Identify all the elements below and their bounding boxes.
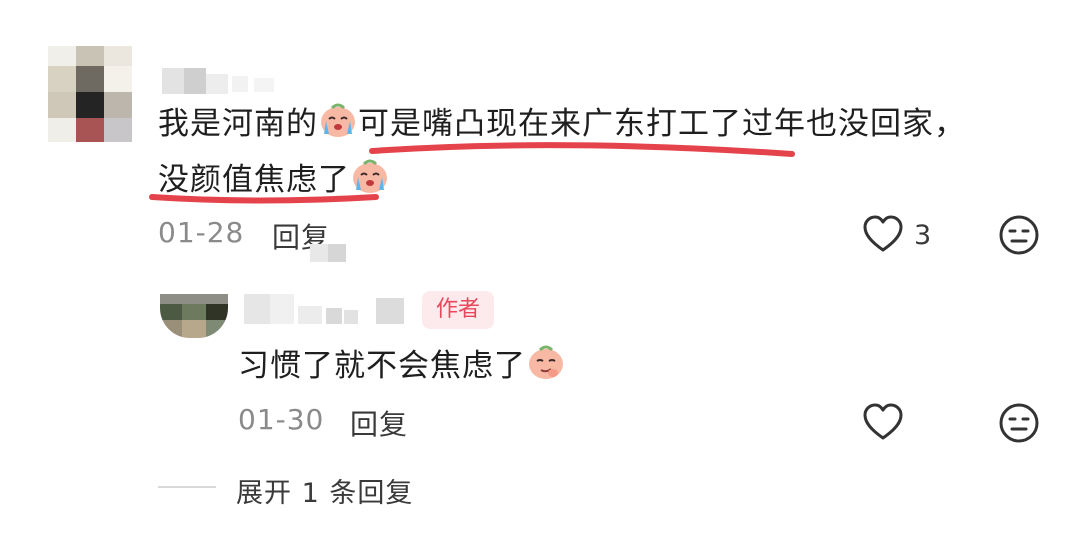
comment-text-line2: 没颜值焦虑了: [158, 152, 390, 208]
comment-text-part1: 我是河南的: [158, 106, 318, 142]
pixel-smudge: [310, 244, 346, 262]
comment-text-part3: 没颜值焦虑了: [158, 162, 350, 198]
dislike-button[interactable]: [998, 214, 1040, 260]
comment-text-part2: 可是嘴凸现在来广东打工了过年也没回家，: [358, 106, 966, 142]
reply-like-button[interactable]: [862, 402, 904, 446]
crying-emoji-icon: [350, 156, 390, 196]
username[interactable]: [162, 64, 280, 94]
reply-text: 习惯了就不会焦虑了: [238, 338, 566, 394]
smirk-emoji-icon: [526, 342, 566, 382]
comment-text: 我是河南的 可是嘴凸现在来广东打工了过年也没回家，: [158, 96, 966, 152]
reply-text-content: 习惯了就不会焦虑了: [238, 348, 526, 384]
reply-reply-button[interactable]: 回复: [350, 403, 408, 443]
expand-divider: [158, 486, 216, 488]
reply-avatar[interactable]: [160, 294, 228, 338]
heart-icon: [863, 403, 903, 440]
dislike-face-icon: [999, 215, 1039, 255]
like-button[interactable]: [862, 214, 904, 258]
like-count: 3: [914, 220, 932, 251]
comment-date: 01-28: [158, 216, 245, 249]
reply-username[interactable]: [244, 294, 414, 326]
reply-date: 01-30: [238, 403, 325, 436]
dislike-face-icon: [999, 403, 1039, 443]
reply-dislike-button[interactable]: [998, 402, 1040, 448]
heart-icon: [863, 215, 903, 252]
author-badge: 作者: [422, 291, 494, 329]
avatar[interactable]: [48, 46, 132, 142]
expand-replies-button[interactable]: 展开 1 条回复: [236, 471, 413, 510]
crying-emoji-icon: [318, 100, 358, 140]
